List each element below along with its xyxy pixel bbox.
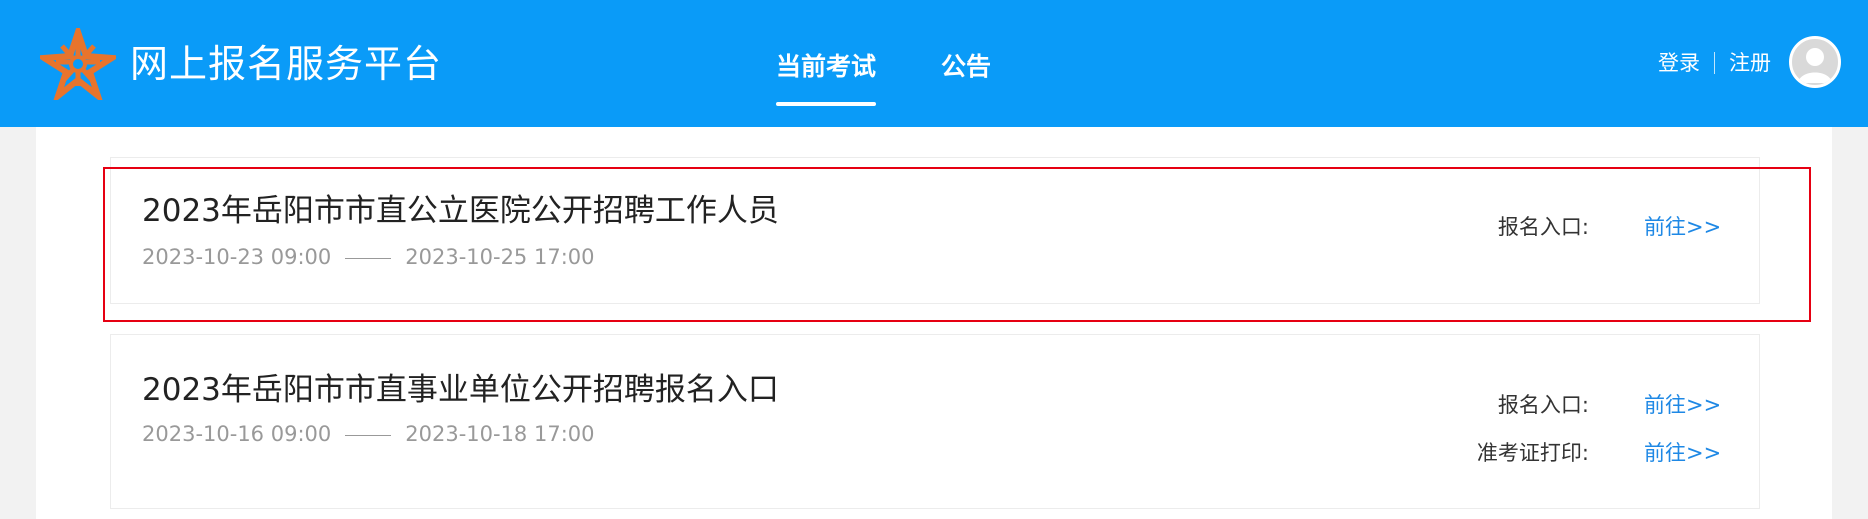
- exam-start-time: 2023-10-16 09:00: [142, 422, 332, 446]
- user-avatar-icon[interactable]: [1789, 36, 1841, 88]
- admission-ticket-go-link[interactable]: 前往>>: [1644, 438, 1721, 468]
- top-header: 网上报名服务平台 当前考试 公告 登录 注册: [0, 0, 1868, 127]
- exam-end-time: 2023-10-18 17:00: [405, 422, 595, 446]
- register-link[interactable]: 注册: [1729, 48, 1771, 78]
- star-logo-icon[interactable]: [40, 28, 116, 100]
- tab-announcements[interactable]: 公告: [941, 50, 991, 84]
- time-dash: [345, 434, 392, 436]
- highlight-box: [103, 167, 1811, 322]
- auth-divider: [1714, 52, 1715, 74]
- exam-card: 2023年岳阳市市直事业单位公开招聘报名入口 2023-10-16 09:00 2…: [110, 334, 1760, 509]
- exam-title: 2023年岳阳市市直事业单位公开招聘报名入口: [142, 372, 779, 408]
- site-title: 网上报名服务平台: [130, 42, 443, 86]
- exam-time-range: 2023-10-16 09:00 2023-10-18 17:00: [142, 419, 595, 449]
- registration-go-link[interactable]: 前往>>: [1644, 390, 1721, 420]
- login-link[interactable]: 登录: [1658, 48, 1700, 78]
- registration-entry-label: 报名入口:: [1497, 393, 1589, 417]
- admission-ticket-label: 准考证打印:: [1476, 441, 1589, 465]
- tab-current-exams[interactable]: 当前考试: [776, 50, 877, 106]
